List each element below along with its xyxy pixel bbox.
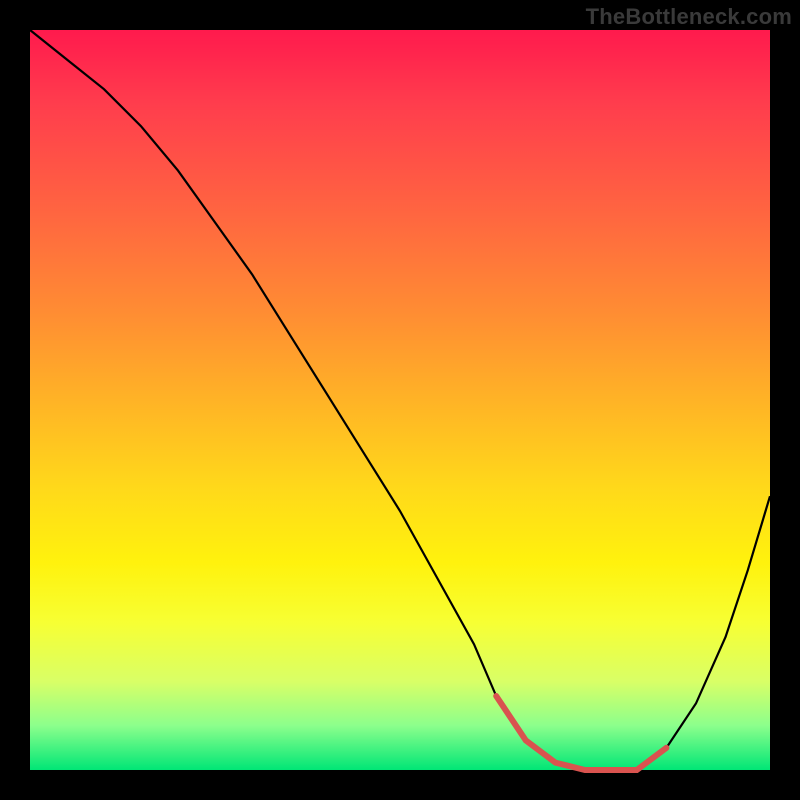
bottleneck-curve-path [30,30,770,770]
watermark-label: TheBottleneck.com [586,4,792,30]
chart-plot-area [30,30,770,770]
chart-frame: TheBottleneck.com [0,0,800,800]
chart-svg [30,30,770,770]
flat-region-highlight [496,696,666,770]
